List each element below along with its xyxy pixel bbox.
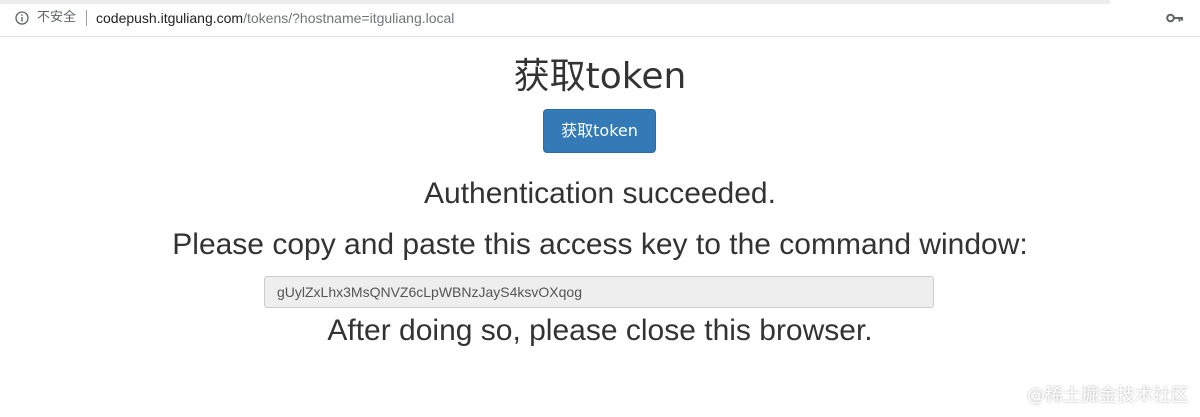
get-token-button[interactable]: 获取token [543, 109, 656, 153]
url-path: /tokens/?hostname=itguliang.local [243, 10, 455, 26]
info-icon[interactable] [15, 11, 29, 25]
address-separator [86, 10, 87, 26]
browser-address-bar[interactable]: 不安全 codepush.itguliang.com/tokens/?hostn… [0, 0, 1200, 37]
url-text[interactable]: codepush.itguliang.com/tokens/?hostname=… [96, 10, 454, 26]
page-title: 获取token [513, 56, 687, 97]
copy-instruction: Please copy and paste this access key to… [172, 228, 1028, 261]
security-label[interactable]: 不安全 [37, 10, 76, 26]
auth-success-message: Authentication succeeded. [424, 177, 776, 210]
close-browser-message: After doing so, please close this browse… [327, 314, 873, 347]
access-key-field[interactable]: gUylZxLhx3MsQNVZ6cLpWBNzJayS4ksvOXqog [264, 276, 934, 308]
key-icon[interactable] [1166, 12, 1184, 24]
url-host: codepush.itguliang.com [96, 10, 244, 26]
watermark: @稀土掘金技术社区 [1027, 385, 1189, 406]
tab-strip-edge [0, 0, 1110, 4]
